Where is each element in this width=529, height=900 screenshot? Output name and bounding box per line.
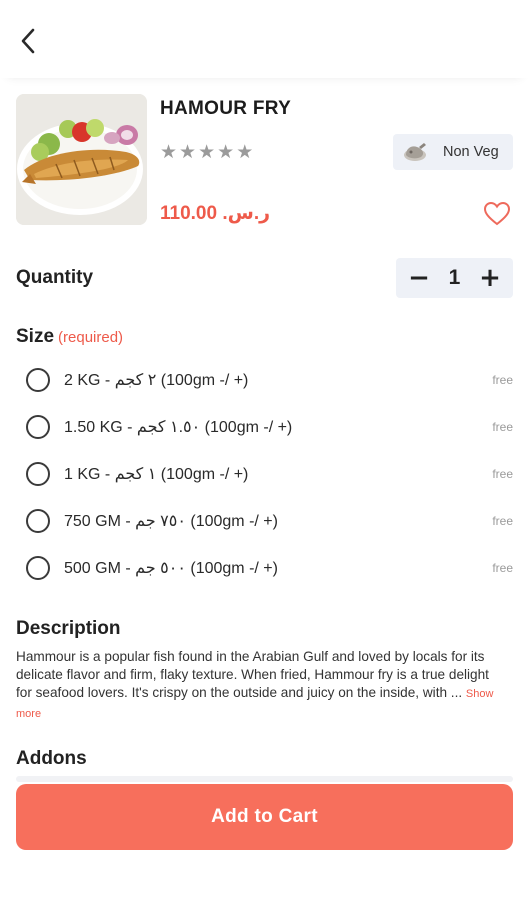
non-veg-tag: Non Veg [393,134,513,170]
quantity-row: Quantity − 1 + [16,258,513,298]
radio-unchecked-icon[interactable] [26,367,50,392]
back-button[interactable] [14,26,42,56]
quantity-value: 1 [448,266,461,289]
category-label: Non Veg [443,144,499,160]
plus-icon[interactable]: + [479,265,501,291]
product-title: HAMOUR FRY [160,98,292,119]
chevron-left-icon [21,28,35,54]
radio-unchecked-icon[interactable] [26,555,50,580]
size-option-price: free [492,513,513,528]
star-icon: ★ [198,141,216,163]
size-title: Size [16,326,55,347]
minus-icon[interactable]: − [408,265,430,291]
size-option-price: free [492,560,513,575]
description-body: Hammour is a popular fish found in the A… [16,649,489,701]
radio-unchecked-icon[interactable] [26,461,50,486]
radio-unchecked-icon[interactable] [26,414,50,439]
add-to-cart-label: Add to Cart [211,806,318,827]
add-to-cart-button[interactable]: Add to Cart [16,784,513,850]
size-option[interactable]: 1.50 KG - ١.٥٠ كجم (100gm -/ +) free [26,403,513,450]
top-bar [0,0,529,78]
size-option[interactable]: 500 GM - ٥٠٠ جم (100gm -/ +) free [26,544,513,591]
product-image [16,94,147,225]
rating-stars: ★ ★ ★ ★ ★ [160,142,253,162]
heart-outline-icon [483,201,511,226]
size-option-price: free [492,372,513,387]
quantity-label: Quantity [16,267,94,288]
star-icon: ★ [217,141,235,163]
size-option-label: 1.50 KG - ١.٥٠ كجم (100gm -/ +) [64,418,293,436]
star-icon: ★ [160,141,178,163]
addons-title: Addons [16,748,87,769]
size-option[interactable]: 1 KG - ١ كجم (100gm -/ +) free [26,450,513,497]
size-option-label: 500 GM - ٥٠٠ جم (100gm -/ +) [64,559,278,577]
chicken-leg-icon [404,143,426,161]
radio-unchecked-icon[interactable] [26,508,50,533]
size-options: 2 KG - ٢ كجم (100gm -/ +) free 1.50 KG -… [26,356,513,591]
size-option[interactable]: 2 KG - ٢ كجم (100gm -/ +) free [26,356,513,403]
size-option-label: 1 KG - ١ كجم (100gm -/ +) [64,465,249,483]
favorite-button[interactable] [483,201,511,227]
required-label: (required) [58,329,124,346]
addons-list [16,776,513,782]
star-icon: ★ [179,141,197,163]
product-price: 110.00 .ر.س [160,203,271,224]
size-option-price: free [492,419,513,434]
description-title: Description [16,618,121,639]
quantity-stepper: − 1 + [396,258,513,298]
size-option-label: 750 GM - ٧٥٠ جم (100gm -/ +) [64,512,278,530]
product-card: HAMOUR FRY ★ ★ ★ ★ ★ Non Veg 110.00 .ر.س [16,94,513,226]
size-option-label: 2 KG - ٢ كجم (100gm -/ +) [64,371,249,389]
star-icon: ★ [236,141,254,163]
size-option-price: free [492,466,513,481]
size-option[interactable]: 750 GM - ٧٥٠ جم (100gm -/ +) free [26,497,513,544]
description-text: Hammour is a popular fish found in the A… [16,648,498,723]
size-heading: Size (required) [16,326,123,348]
